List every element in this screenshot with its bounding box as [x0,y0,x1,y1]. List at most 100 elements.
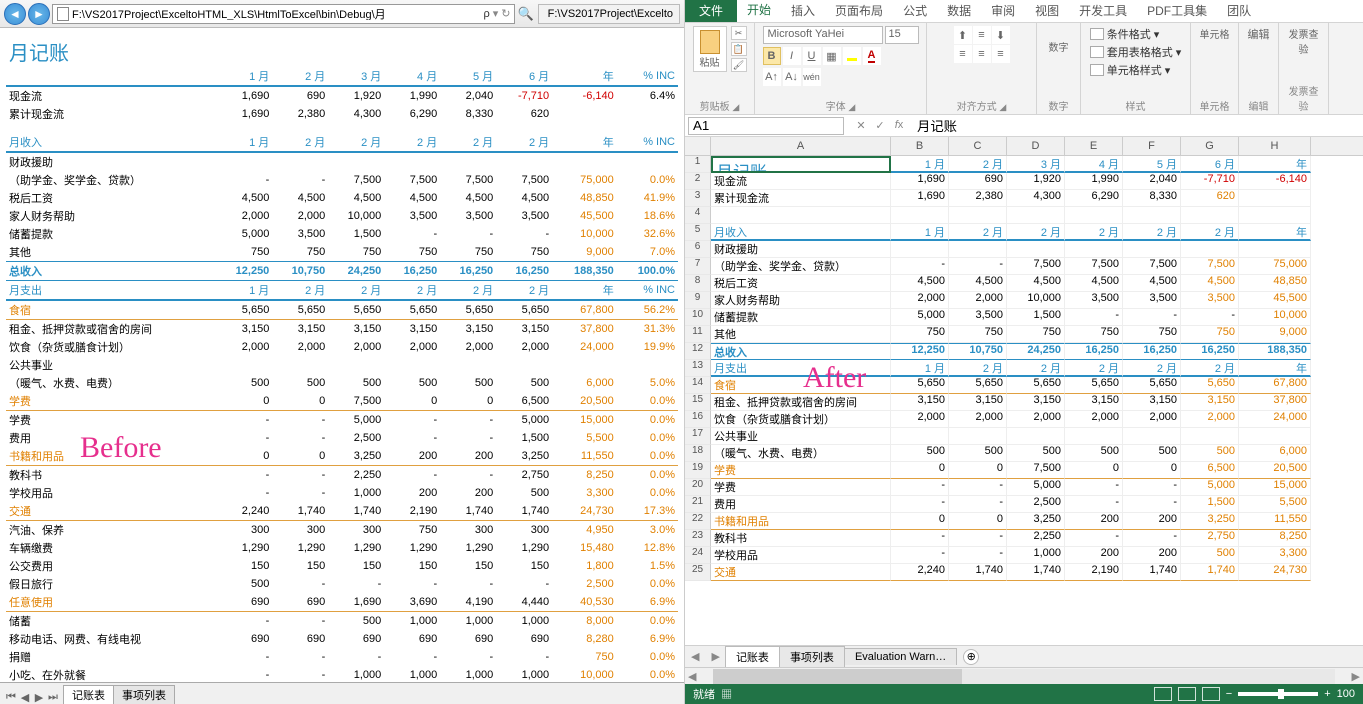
cell[interactable]: 690 [949,173,1007,190]
cell[interactable]: - [891,547,949,564]
sheet-nav-next-icon[interactable]: ▶ [705,650,725,663]
cell[interactable]: 3,150 [1123,394,1181,411]
cell[interactable]: 5,000 [1181,479,1239,496]
cell[interactable]: 12,250 [891,343,949,360]
cell[interactable]: 500 [1181,445,1239,462]
cell[interactable]: 2,750 [1181,530,1239,547]
row-header[interactable]: 2 [685,173,711,190]
cell[interactable] [891,428,949,445]
cell[interactable]: 750 [1123,326,1181,343]
align-mid-icon[interactable]: ≡ [973,26,991,44]
cell[interactable]: 2,500 [1007,496,1065,513]
cell[interactable]: 10,000 [1239,309,1311,326]
cell[interactable]: 2,250 [1007,530,1065,547]
cell[interactable]: 2,000 [1065,411,1123,428]
new-sheet-button[interactable]: ⊕ [963,649,979,665]
select-all-corner[interactable] [685,137,711,155]
cell[interactable]: 5,500 [1239,496,1311,513]
formula-input[interactable] [913,117,1363,134]
cell[interactable]: 书籍和用品 [711,513,891,530]
cell[interactable]: 16,250 [1065,343,1123,360]
cell[interactable]: 5,000 [1007,479,1065,496]
number-format-button[interactable]: 数字 [1039,26,1079,66]
cell[interactable]: 3,150 [1065,394,1123,411]
ribbon-tab[interactable]: 开发工具 [1069,0,1137,22]
cell[interactable]: 500 [949,445,1007,462]
ribbon-tab[interactable]: 团队 [1217,0,1261,22]
cell[interactable]: （暖气、水费、电费） [711,445,891,462]
ribbon-tab[interactable]: 插入 [781,0,825,22]
row-header[interactable]: 23 [685,530,711,547]
cell[interactable]: 7,500 [1065,258,1123,275]
ribbon-tab[interactable]: 页面布局 [825,0,893,22]
cell[interactable]: 45,500 [1239,292,1311,309]
cell[interactable]: 1,500 [1007,309,1065,326]
cell[interactable]: 3,150 [949,394,1007,411]
cell[interactable]: - [1065,479,1123,496]
cell[interactable]: 10,000 [1007,292,1065,309]
cell[interactable]: 月记账 [711,156,891,173]
cell[interactable]: - [1181,309,1239,326]
font-size-select[interactable]: 15 [885,26,919,44]
cell[interactable]: 5,650 [949,377,1007,394]
cell[interactable]: 37,800 [1239,394,1311,411]
cell[interactable]: 75,000 [1239,258,1311,275]
cell[interactable]: 1,920 [1007,173,1065,190]
cell[interactable]: 4,500 [949,275,1007,292]
cell[interactable]: 年 [1239,224,1311,241]
xl-sheet-tab[interactable]: Evaluation Warn… [844,648,957,665]
cell[interactable]: 750 [1007,326,1065,343]
next-icon[interactable]: ▶ [32,691,46,704]
cell[interactable] [1239,428,1311,445]
cell[interactable]: 500 [1181,547,1239,564]
cell[interactable] [1123,428,1181,445]
cell[interactable]: 2,040 [1123,173,1181,190]
worksheet-grid[interactable]: After ABCDEFGH 1月记账1 月2 月3 月4 月5 月6 月年2现… [685,137,1363,645]
row-header[interactable]: 19 [685,462,711,479]
cell[interactable]: 67,800 [1239,377,1311,394]
cell[interactable]: 11,550 [1239,513,1311,530]
macro-icon[interactable]: ▦ [721,689,732,701]
cell[interactable]: 2,240 [891,564,949,581]
prev-icon[interactable]: ◀ [18,691,32,704]
cell[interactable]: 总收入 [711,343,891,360]
xl-sheet-tab[interactable]: 事项列表 [779,646,845,667]
cell[interactable]: 2,000 [891,411,949,428]
cell[interactable]: 3,250 [1181,513,1239,530]
sheet-nav-prev-icon[interactable]: ◀ [685,650,705,663]
row-header[interactable]: 11 [685,326,711,343]
cell[interactable] [1007,207,1065,224]
cell[interactable]: - [891,496,949,513]
row-header[interactable]: 6 [685,241,711,258]
column-header[interactable]: B [891,137,949,155]
search-icon[interactable]: 🔍 [517,6,533,22]
phonetic-icon[interactable]: wén [803,68,821,86]
cell[interactable]: 3,300 [1239,547,1311,564]
cut-icon[interactable]: ✂ [731,26,747,40]
row-header[interactable]: 25 [685,564,711,581]
column-header[interactable]: E [1065,137,1123,155]
row-header[interactable]: 15 [685,394,711,411]
cell[interactable]: 饮食（杂货或膳食计划） [711,411,891,428]
cell[interactable]: -7,710 [1181,173,1239,190]
cell[interactable]: 500 [1065,445,1123,462]
cancel-fx-icon[interactable]: ✕ [853,119,869,132]
browser-tab[interactable]: F:\VS2017Project\Excelto [538,4,680,24]
enter-fx-icon[interactable]: ✓ [872,119,888,132]
format-painter-icon[interactable]: 🖌 [731,58,747,72]
cell[interactable]: 8,330 [1123,190,1181,207]
cell[interactable]: 6,000 [1239,445,1311,462]
row-header[interactable]: 7 [685,258,711,275]
cell[interactable]: 2,000 [949,411,1007,428]
cell[interactable]: - [1065,496,1123,513]
cell[interactable]: 1,690 [891,173,949,190]
cell[interactable]: 620 [1181,190,1239,207]
row-header[interactable]: 3 [685,190,711,207]
cell[interactable]: 750 [1181,326,1239,343]
cell[interactable]: 5,000 [891,309,949,326]
increase-font-icon[interactable]: A↑ [763,68,781,86]
cell[interactable]: 1,500 [1181,496,1239,513]
cell[interactable]: 48,850 [1239,275,1311,292]
cell[interactable]: 7,500 [1181,258,1239,275]
cell[interactable]: 年 [1239,156,1311,173]
